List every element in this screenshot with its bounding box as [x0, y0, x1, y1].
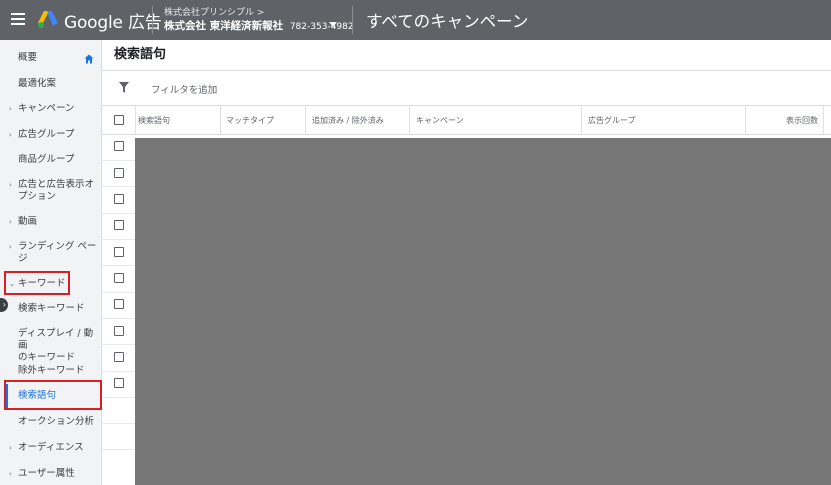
- column-header-impressions[interactable]: 表示回数: [786, 115, 818, 126]
- row-divider: [102, 160, 135, 161]
- sidebar-item-label: 広告グループ: [18, 129, 75, 140]
- sidebar-item-label: 広告と広告表示オ プション: [18, 179, 95, 202]
- expand-icon: ›: [9, 131, 12, 139]
- sidebar-item-recommendations[interactable]: 最適化案: [0, 78, 102, 92]
- row-checkbox[interactable]: [114, 168, 124, 178]
- account-name: 株式会社 東洋経済新報社: [164, 20, 284, 32]
- table-header-divider: [102, 134, 831, 135]
- column-header-match-type[interactable]: マッチタイプ: [226, 115, 274, 126]
- expand-icon: ›: [9, 181, 12, 189]
- column-divider: [581, 106, 582, 134]
- sidebar-item-negative-keywords[interactable]: 除外キーワード: [0, 365, 102, 379]
- row-divider: [102, 318, 135, 319]
- expand-icon: ›: [9, 444, 12, 452]
- column-divider: [745, 106, 746, 134]
- sidebar-item-label: ランディング ペー ジ: [18, 241, 97, 264]
- header-divider: [152, 6, 153, 34]
- column-divider: [305, 106, 306, 134]
- sidebar-item-demographics[interactable]: › ユーザー属性: [0, 468, 102, 482]
- highlight-box-search-terms: [4, 380, 102, 410]
- column-divider: [135, 106, 136, 134]
- filter-divider: [102, 105, 831, 106]
- brand-ads: 広告: [127, 13, 162, 33]
- row-checkbox[interactable]: [114, 220, 124, 230]
- expand-icon: ›: [9, 105, 12, 113]
- sidebar-item-product-groups[interactable]: 商品グループ: [0, 154, 102, 168]
- brand-google: Google: [64, 13, 123, 33]
- sidebar-item-label: 除外キーワード: [18, 365, 85, 376]
- sidebar-item-auction-insights[interactable]: オークション分析: [0, 416, 102, 430]
- row-divider: [102, 213, 135, 214]
- expand-icon: ›: [9, 470, 12, 478]
- row-divider: [102, 397, 135, 398]
- redacted-table-data: [135, 138, 831, 485]
- sidebar-item-landing-pages[interactable]: › ランディング ペー ジ: [0, 241, 102, 267]
- expand-icon: ›: [9, 218, 12, 226]
- row-divider: [102, 449, 135, 450]
- row-checkbox[interactable]: [114, 326, 124, 336]
- highlight-box-keywords: [4, 271, 70, 295]
- sidebar-item-videos[interactable]: › 動画: [0, 216, 102, 230]
- row-checkbox[interactable]: [114, 299, 124, 309]
- row-checkbox[interactable]: [114, 378, 124, 388]
- sidebar-item-label: 商品グループ: [18, 154, 75, 165]
- row-checkbox[interactable]: [114, 141, 124, 151]
- column-header-ad-group[interactable]: 広告グループ: [588, 115, 636, 126]
- sidebar-item-label: ディスプレイ / 動画 のキーワード: [18, 328, 94, 363]
- sidebar-item-label: 動画: [18, 216, 38, 227]
- sidebar-item-label: 検索キーワード: [18, 303, 85, 314]
- sidebar-item-label: 概要: [18, 52, 38, 63]
- sidebar-item-label: オークション分析: [18, 416, 95, 427]
- row-divider: [102, 292, 135, 293]
- select-all-checkbox[interactable]: [114, 115, 124, 125]
- add-filter-button[interactable]: フィルタを追加: [151, 82, 217, 96]
- column-divider: [409, 106, 410, 134]
- account-selector[interactable]: 株式会社 東洋経済新報社 782-353-4982: [164, 18, 354, 33]
- row-divider: [102, 344, 135, 345]
- column-header-campaign[interactable]: キャンペーン: [416, 115, 464, 126]
- title-divider: [102, 70, 831, 71]
- sidebar-item-label: キャンペーン: [18, 103, 75, 114]
- sidebar-item-label: ユーザー属性: [18, 468, 75, 479]
- page-title: 検索語句: [114, 47, 167, 62]
- row-checkbox[interactable]: [114, 247, 124, 257]
- row-divider: [102, 186, 135, 187]
- sidebar-item-campaigns[interactable]: › キャンペーン: [0, 103, 102, 117]
- sidebar-item-label: 最適化案: [18, 78, 57, 89]
- menu-icon[interactable]: [11, 13, 25, 25]
- account-id: 782-353-4982: [289, 22, 354, 32]
- row-divider: [102, 239, 135, 240]
- header-divider: [352, 6, 353, 34]
- column-divider: [823, 106, 824, 134]
- brand-title[interactable]: Google 広告: [64, 8, 162, 33]
- row-checkbox[interactable]: [114, 194, 124, 204]
- campaign-scope[interactable]: すべてのキャンペーン: [366, 8, 528, 32]
- sidebar-item-audiences[interactable]: › オーディエンス: [0, 442, 102, 456]
- home-icon: [84, 54, 94, 64]
- sidebar-item-overview[interactable]: 概要: [0, 52, 102, 66]
- google-ads-logo-icon: [38, 11, 58, 28]
- row-divider: [102, 371, 135, 372]
- filter-icon[interactable]: [119, 82, 129, 93]
- expand-icon: ›: [9, 243, 12, 251]
- column-header-search-term[interactable]: 検索語句: [138, 115, 170, 126]
- sidebar-item-label: オーディエンス: [18, 442, 84, 453]
- row-divider: [102, 265, 135, 266]
- sidebar-item-ad-groups[interactable]: › 広告グループ: [0, 129, 102, 143]
- sidebar-item-search-keywords[interactable]: 検索キーワード: [0, 303, 102, 317]
- sidebar-item-ads-extensions[interactable]: › 広告と広告表示オ プション: [0, 179, 102, 205]
- row-checkbox[interactable]: [114, 273, 124, 283]
- row-checkbox[interactable]: [114, 352, 124, 362]
- account-dropdown-icon[interactable]: [329, 22, 337, 27]
- sidebar-nav: › 概要 最適化案 › キャンペーン › 広告グループ 商品グループ › 広告と…: [0, 40, 102, 485]
- sidebar-item-display-video-keywords[interactable]: ディスプレイ / 動画 のキーワード: [0, 328, 102, 363]
- column-divider: [220, 106, 221, 134]
- top-bar: Google 広告 株式会社プリンシプル > 株式会社 東洋経済新報社 782-…: [0, 0, 831, 40]
- account-parent[interactable]: 株式会社プリンシプル >: [164, 5, 264, 18]
- row-divider: [102, 423, 135, 424]
- column-header-added-excluded[interactable]: 追加済み / 除外済み: [312, 115, 384, 126]
